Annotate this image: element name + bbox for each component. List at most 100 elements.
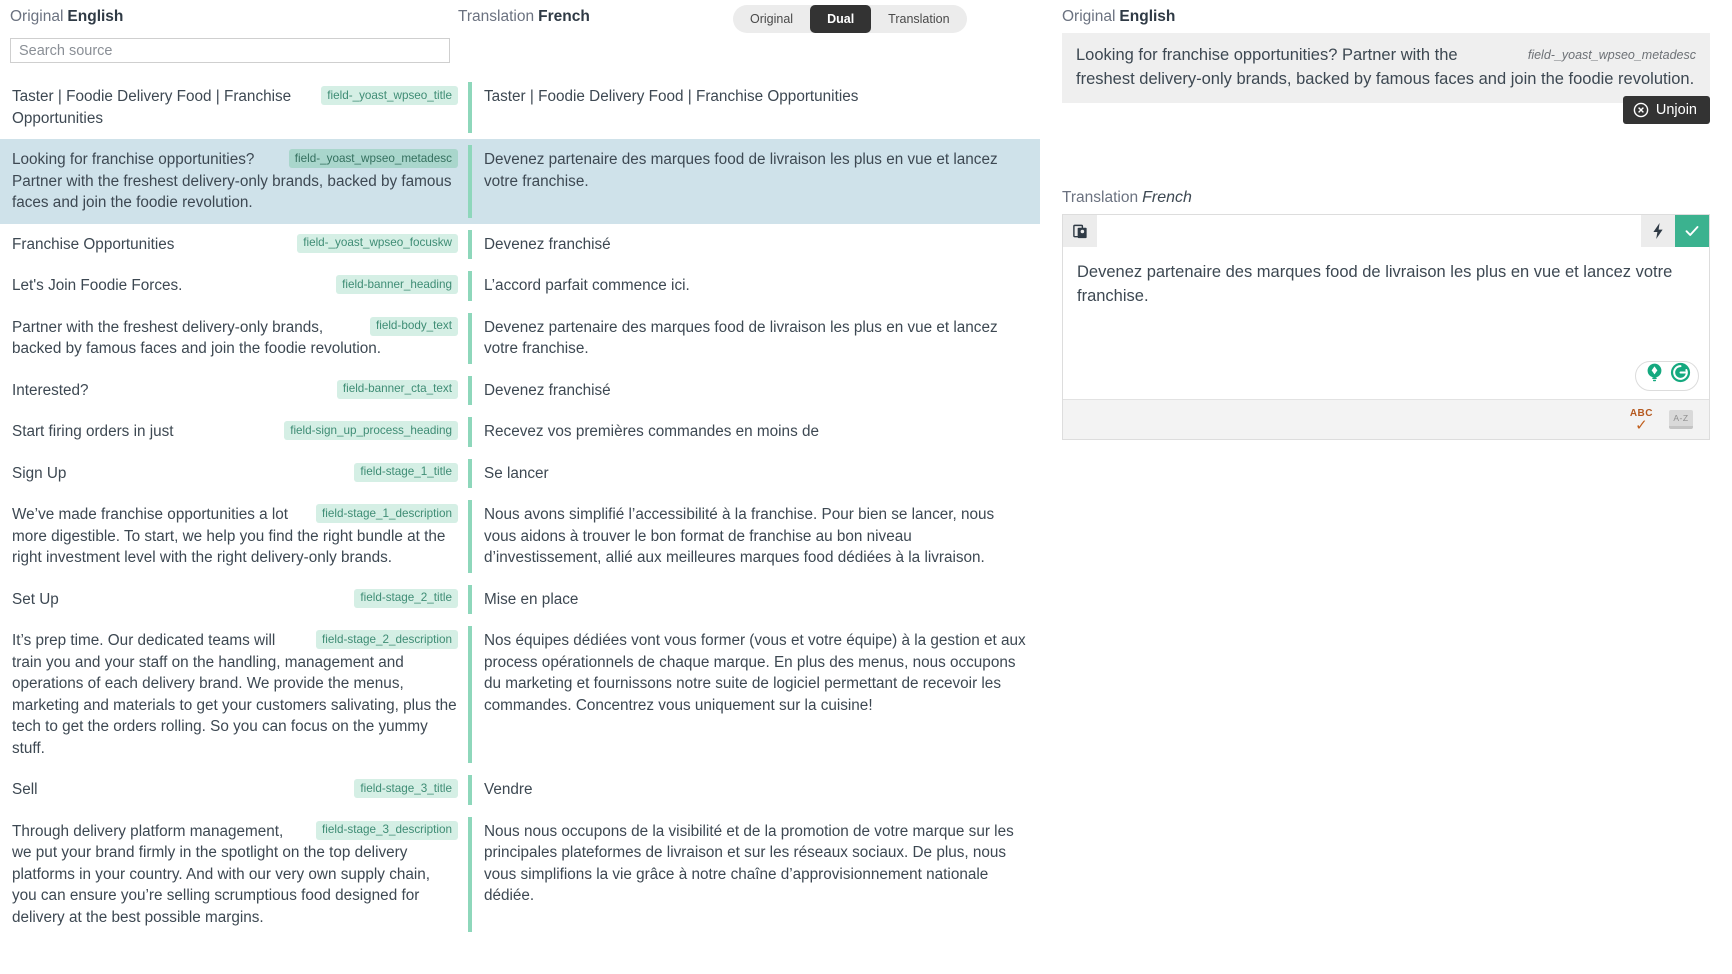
inspector-original-header: Original English bbox=[1062, 8, 1175, 26]
segment-source-cell[interactable]: field-stage_1_title Sign Up bbox=[0, 453, 468, 495]
table-row[interactable]: field-stage_3_title Sell Vendre bbox=[0, 769, 1040, 811]
inspector-original-language: English bbox=[1119, 8, 1176, 25]
segment-source-cell[interactable]: field-banner_heading Let's Join Foodie Fo… bbox=[0, 265, 468, 307]
confirm-translation-button[interactable] bbox=[1675, 215, 1709, 247]
table-row[interactable]: field-body_text Partner with the freshest… bbox=[0, 307, 1040, 370]
segment-source-text: Taster | Foodie Delivery Food | Franchis… bbox=[12, 88, 292, 127]
segment-source-cell[interactable]: field-stage_3_title Sell bbox=[0, 769, 468, 811]
segment-target-text: Nous avons simplifié l’accessibilité à l… bbox=[484, 506, 995, 566]
table-row[interactable]: field-banner_cta_text Interested? Devenez … bbox=[0, 370, 1040, 412]
segment-target-cell[interactable]: Vendre bbox=[472, 769, 1040, 811]
segment-target-cell[interactable]: Devenez partenaire des marques food de l… bbox=[472, 307, 1040, 370]
segment-source-cell[interactable]: field-stage_3_description Through deliver… bbox=[0, 811, 468, 939]
segment-target-text: Vendre bbox=[484, 781, 533, 798]
editor-status-bar: ABC ✓ A-Z bbox=[1063, 399, 1709, 439]
segment-target-text: Recevez vos premières commandes en moins… bbox=[484, 423, 819, 440]
original-column-header: Original English bbox=[10, 8, 123, 26]
segment-target-text: Nos équipes dédiées vont vous former (vo… bbox=[484, 632, 1026, 714]
segment-target-text: Devenez franchisé bbox=[484, 235, 611, 253]
table-row[interactable]: field-stage_2_title Set Up Mise en place bbox=[0, 579, 1040, 621]
segment-target-cell[interactable]: Nos équipes dédiées vont vous former (vo… bbox=[472, 620, 1040, 769]
spellcheck-button[interactable]: ABC ✓ bbox=[1630, 408, 1653, 433]
translation-column-header-label: Translation bbox=[458, 8, 535, 25]
unjoin-button[interactable]: Unjoin bbox=[1622, 96, 1710, 124]
translation-text-value: Devenez partenaire des marques food de l… bbox=[1077, 263, 1673, 305]
segment-inspector-pane: Original English field-_yoast_wpseo_metad… bbox=[1040, 0, 1732, 974]
inspector-translation-language: French bbox=[1142, 189, 1192, 206]
segment-source-cell[interactable]: field-stage_2_description It’s prep time.… bbox=[0, 620, 468, 769]
dictionary-button[interactable]: A-Z bbox=[1669, 410, 1693, 429]
segment-source-cell[interactable]: field-sign_up_process_heading Start firin… bbox=[0, 411, 468, 453]
table-row[interactable]: field-stage_1_title Sign Up Se lancer bbox=[0, 453, 1040, 495]
segment-field-tag: field-stage_3_description bbox=[316, 820, 458, 840]
table-row[interactable]: field-_yoast_wpseo_title Taster | Foodie … bbox=[0, 76, 1040, 139]
inspector-original-field-tag: field-_yoast_wpseo_metadesc bbox=[1527, 48, 1696, 62]
segment-target-text: Devenez partenaire des marques food de l… bbox=[484, 318, 998, 358]
inspector-translation-header: Translation French bbox=[1062, 189, 1192, 207]
segment-target-cell[interactable]: Recevez vos premières commandes en moins… bbox=[472, 411, 1040, 453]
segment-field-tag: field-stage_2_title bbox=[354, 588, 458, 608]
segment-target-cell[interactable]: Mise en place bbox=[472, 579, 1040, 621]
translation-textarea[interactable]: Devenez partenaire des marques food de l… bbox=[1063, 247, 1709, 399]
checkmark-icon bbox=[1683, 222, 1701, 240]
segment-source-cell[interactable]: field-_yoast_wpseo_title Taster | Foodie … bbox=[0, 76, 468, 139]
segment-field-tag: field-_yoast_wpseo_title bbox=[321, 86, 458, 105]
search-input[interactable] bbox=[10, 38, 450, 63]
segment-target-cell[interactable]: Devenez partenaire des marques food de l… bbox=[472, 139, 1040, 224]
translation-editor: Devenez partenaire des marques food de l… bbox=[1062, 214, 1710, 440]
toolbar-right-group bbox=[1641, 215, 1709, 247]
segment-field-tag: field-banner_heading bbox=[336, 275, 458, 294]
segment-field-tag: field-stage_1_title bbox=[354, 462, 458, 482]
segment-source-text: Sell bbox=[12, 781, 38, 798]
segment-field-tag: field-sign_up_process_heading bbox=[284, 421, 458, 440]
unjoin-circle-x-icon bbox=[1633, 102, 1649, 118]
table-row[interactable]: field-stage_1_description We’ve made fran… bbox=[0, 494, 1040, 579]
search-container bbox=[10, 38, 450, 63]
segment-field-tag: field-_yoast_wpseo_metadesc bbox=[288, 149, 458, 168]
segment-target-cell[interactable]: Devenez franchisé bbox=[472, 224, 1040, 266]
segment-target-cell[interactable]: L’accord parfait commence ici. bbox=[472, 265, 1040, 307]
table-row[interactable]: field-_yoast_wpseo_metadesc Looking for f… bbox=[0, 139, 1040, 224]
segment-source-cell[interactable]: field-banner_cta_text Interested? bbox=[0, 370, 468, 412]
segment-source-text: It’s prep time. Our dedicated teams will… bbox=[12, 632, 457, 757]
segment-list: field-_yoast_wpseo_title Taster | Foodie … bbox=[0, 76, 1040, 938]
translation-editor-page: Original English Translation French Origin… bbox=[0, 0, 1732, 974]
table-row[interactable]: field-stage_3_description Through deliver… bbox=[0, 811, 1040, 939]
segment-source-cell[interactable]: field-stage_2_title Set Up bbox=[0, 579, 468, 621]
grammarly-lightbulb-icon[interactable] bbox=[1643, 361, 1666, 391]
view-mode-toggle[interactable]: Original Dual Translation bbox=[733, 5, 967, 33]
segment-source-cell[interactable]: field-_yoast_wpseo_metadesc Looking for f… bbox=[0, 139, 468, 224]
segment-source-cell[interactable]: field-body_text Partner with the freshest… bbox=[0, 307, 468, 370]
mode-button-dual[interactable]: Dual bbox=[810, 5, 872, 33]
segment-target-text: Mise en place bbox=[484, 590, 579, 608]
table-row[interactable]: field-sign_up_process_heading Start firin… bbox=[0, 411, 1040, 453]
segment-field-tag: field-banner_cta_text bbox=[336, 379, 458, 399]
segment-target-cell[interactable]: Nous avons simplifié l’accessibilité à l… bbox=[472, 494, 1040, 579]
segment-source-cell[interactable]: field-stage_1_description We’ve made fran… bbox=[0, 494, 468, 579]
segment-source-text: Franchise Opportunities bbox=[12, 235, 175, 253]
translation-editor-toolbar bbox=[1063, 215, 1709, 247]
segment-target-cell[interactable]: Devenez franchisé bbox=[472, 370, 1040, 412]
grammarly-widget[interactable] bbox=[1635, 361, 1699, 391]
segment-target-text: Taster | Foodie Delivery Food | Franchis… bbox=[484, 88, 859, 105]
auto-translate-button[interactable] bbox=[1641, 215, 1675, 247]
segment-source-cell[interactable]: field-_yoast_wpseo_focuskw Franchise Oppo… bbox=[0, 224, 468, 266]
mode-button-translation[interactable]: Translation bbox=[871, 5, 966, 33]
inspector-original-text-box: field-_yoast_wpseo_metadesc Looking for … bbox=[1062, 33, 1710, 103]
segment-target-cell[interactable]: Taster | Foodie Delivery Food | Franchis… bbox=[472, 76, 1040, 139]
segment-target-cell[interactable]: Nous nous occupons de la visibilité et d… bbox=[472, 811, 1040, 939]
copy-document-icon bbox=[1072, 223, 1089, 240]
segment-source-text: Let's Join Foodie Forces. bbox=[12, 277, 183, 294]
lightning-bolt-icon bbox=[1650, 222, 1666, 240]
grammarly-logo-icon[interactable] bbox=[1669, 361, 1692, 391]
mode-button-original[interactable]: Original bbox=[733, 5, 810, 33]
segment-target-cell[interactable]: Se lancer bbox=[472, 453, 1040, 495]
inspector-original-label: Original bbox=[1062, 8, 1116, 25]
segment-source-text: Set Up bbox=[12, 590, 59, 608]
table-row[interactable]: field-_yoast_wpseo_focuskw Franchise Oppo… bbox=[0, 224, 1040, 266]
copy-source-button[interactable] bbox=[1063, 215, 1097, 247]
table-row[interactable]: field-stage_2_description It’s prep time.… bbox=[0, 620, 1040, 769]
toolbar-left-group bbox=[1063, 215, 1097, 247]
table-row[interactable]: field-banner_heading Let's Join Foodie Fo… bbox=[0, 265, 1040, 307]
segment-source-text: Interested? bbox=[12, 381, 89, 399]
